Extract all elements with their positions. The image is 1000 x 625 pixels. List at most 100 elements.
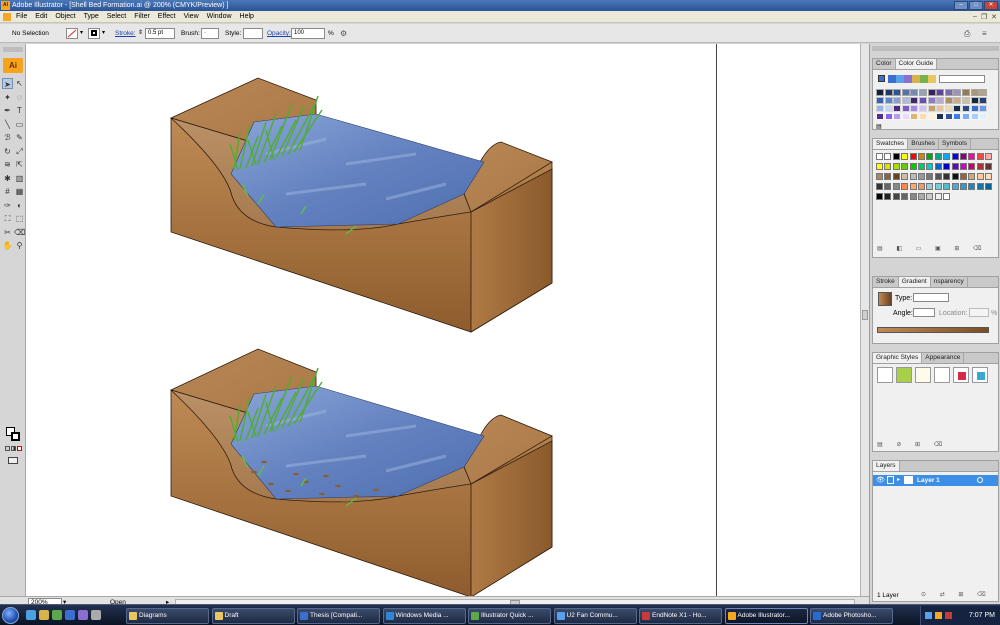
color-swatch[interactable] bbox=[934, 163, 942, 170]
quick-launch-ie-icon[interactable] bbox=[26, 610, 36, 620]
color-swatch[interactable] bbox=[909, 183, 917, 190]
color-guide-swatch[interactable] bbox=[944, 97, 953, 104]
vertical-scrollbar[interactable] bbox=[860, 44, 869, 596]
style-cream[interactable] bbox=[915, 367, 931, 383]
rectangle-tool[interactable]: ▭ bbox=[14, 119, 25, 130]
tab-graphic-styles[interactable]: Graphic Styles bbox=[873, 353, 923, 363]
menu-effect[interactable]: Effect bbox=[154, 11, 180, 23]
document-icon[interactable] bbox=[3, 12, 11, 21]
style-panel-buttons[interactable]: ▤ ⊘ ⊞ ⌫ bbox=[877, 441, 948, 448]
color-guide-swatch[interactable] bbox=[893, 113, 902, 120]
color-swatch[interactable] bbox=[918, 183, 925, 190]
pencil-tool[interactable]: ✎ bbox=[14, 132, 25, 143]
gradient-type-select[interactable] bbox=[913, 293, 949, 302]
taskbar-button[interactable]: EndNote X1 - Ho... bbox=[639, 608, 722, 624]
color-guide-swatch[interactable] bbox=[884, 105, 893, 112]
color-swatch[interactable] bbox=[884, 163, 892, 170]
gradient-tool[interactable]: ▦ bbox=[14, 186, 25, 197]
color-swatch[interactable] bbox=[934, 173, 942, 180]
tab-color[interactable]: Color bbox=[873, 59, 896, 69]
style-green[interactable] bbox=[896, 367, 912, 383]
base-color-swatch[interactable] bbox=[878, 75, 885, 82]
color-swatch[interactable] bbox=[884, 193, 892, 200]
color-guide-swatch[interactable] bbox=[936, 105, 945, 112]
document-canvas[interactable] bbox=[26, 44, 860, 596]
symbol-sprayer-tool[interactable]: ✱ bbox=[2, 173, 13, 184]
taskbar-button[interactable]: Thesis [Compati... bbox=[297, 608, 380, 624]
harmony-swatch[interactable] bbox=[928, 75, 936, 83]
color-guide-swatch[interactable] bbox=[876, 113, 884, 120]
river-block-diagram-bottom[interactable] bbox=[169, 348, 553, 596]
color-swatch[interactable] bbox=[926, 183, 934, 190]
eraser-tool[interactable]: ⌫ bbox=[14, 227, 25, 238]
color-guide-swatch[interactable] bbox=[944, 89, 953, 96]
color-guide-swatch[interactable] bbox=[910, 97, 919, 104]
color-swatch[interactable] bbox=[876, 183, 883, 190]
harmony-swatch[interactable] bbox=[896, 75, 904, 83]
graphic-style-swatches[interactable] bbox=[877, 367, 988, 383]
stroke-spinner-icon[interactable]: ⇕ bbox=[138, 28, 143, 39]
doc-close-icon[interactable]: ✕ bbox=[991, 13, 997, 21]
harmony-swatch[interactable] bbox=[888, 75, 896, 83]
fill-dropdown-icon[interactable]: ▾ bbox=[80, 28, 83, 39]
color-swatch[interactable] bbox=[909, 193, 917, 200]
color-guide-swatch[interactable] bbox=[927, 97, 936, 104]
color-swatch[interactable] bbox=[918, 153, 925, 160]
color-guide-swatch[interactable] bbox=[893, 105, 902, 112]
gradient-location-field[interactable] bbox=[969, 308, 989, 317]
target-icon[interactable] bbox=[977, 477, 983, 483]
color-guide-swatch[interactable] bbox=[884, 113, 893, 120]
menu-window[interactable]: Window bbox=[203, 11, 236, 23]
color-swatch[interactable] bbox=[943, 163, 951, 170]
color-swatch[interactable] bbox=[968, 163, 976, 170]
edit-colors-icon[interactable]: ▤ bbox=[876, 123, 882, 130]
color-guide-swatch[interactable] bbox=[884, 89, 893, 96]
stroke-color-box[interactable] bbox=[11, 432, 20, 441]
color-guide-swatch[interactable] bbox=[979, 89, 988, 96]
color-swatch[interactable] bbox=[976, 153, 984, 160]
menu-file[interactable]: File bbox=[12, 11, 31, 23]
selection-tool[interactable]: ➤ bbox=[2, 78, 13, 89]
dock-grip[interactable] bbox=[872, 46, 999, 51]
color-swatch[interactable] bbox=[960, 163, 967, 170]
tab-stroke[interactable]: Stroke bbox=[873, 277, 899, 287]
color-swatch[interactable] bbox=[918, 163, 925, 170]
type-tool[interactable]: T bbox=[14, 105, 25, 116]
color-swatch[interactable] bbox=[943, 153, 951, 160]
color-swatch[interactable] bbox=[985, 163, 993, 170]
color-guide-swatch[interactable] bbox=[927, 89, 936, 96]
color-guide-swatch[interactable] bbox=[927, 105, 936, 112]
color-guide-swatch[interactable] bbox=[893, 97, 902, 104]
style-red[interactable] bbox=[953, 367, 969, 383]
color-swatch[interactable] bbox=[892, 163, 900, 170]
tab-layers[interactable]: Layers bbox=[873, 461, 900, 471]
start-button[interactable] bbox=[2, 607, 19, 624]
gradient-slider[interactable] bbox=[877, 327, 989, 333]
color-guide-swatch[interactable] bbox=[936, 113, 945, 120]
color-swatch[interactable] bbox=[985, 173, 993, 180]
stroke-dropdown-icon[interactable]: ▾ bbox=[102, 28, 105, 39]
color-guide-swatch[interactable] bbox=[979, 105, 988, 112]
color-swatch[interactable] bbox=[892, 173, 900, 180]
clock[interactable]: 7:07 PM bbox=[969, 612, 995, 619]
color-swatch[interactable] bbox=[926, 163, 934, 170]
color-guide-swatch[interactable] bbox=[919, 113, 927, 120]
gradient-preview[interactable] bbox=[878, 292, 892, 306]
color-swatch[interactable] bbox=[934, 153, 942, 160]
color-swatch[interactable] bbox=[985, 153, 993, 160]
doc-minimize-icon[interactable]: – bbox=[973, 13, 977, 21]
tab-swatches[interactable]: Swatches bbox=[873, 139, 909, 149]
paintbrush-tool[interactable]: ℬ bbox=[2, 132, 13, 143]
slice-tool[interactable]: ✂ bbox=[2, 227, 13, 238]
color-swatch[interactable] bbox=[901, 193, 909, 200]
color-swatch[interactable] bbox=[909, 163, 917, 170]
tray-update-icon[interactable] bbox=[935, 612, 942, 619]
color-swatch[interactable] bbox=[926, 173, 934, 180]
stroke-label[interactable]: Stroke: bbox=[115, 28, 136, 39]
style-white[interactable] bbox=[934, 367, 950, 383]
live-paint-selection-tool[interactable]: ⬚ bbox=[14, 213, 25, 224]
free-transform-tool[interactable]: ⇱ bbox=[14, 159, 25, 170]
taskbar-button[interactable]: U2 Fan Commu... bbox=[553, 608, 637, 624]
color-guide-swatch[interactable] bbox=[910, 89, 919, 96]
line-tool[interactable]: ╲ bbox=[2, 119, 13, 130]
